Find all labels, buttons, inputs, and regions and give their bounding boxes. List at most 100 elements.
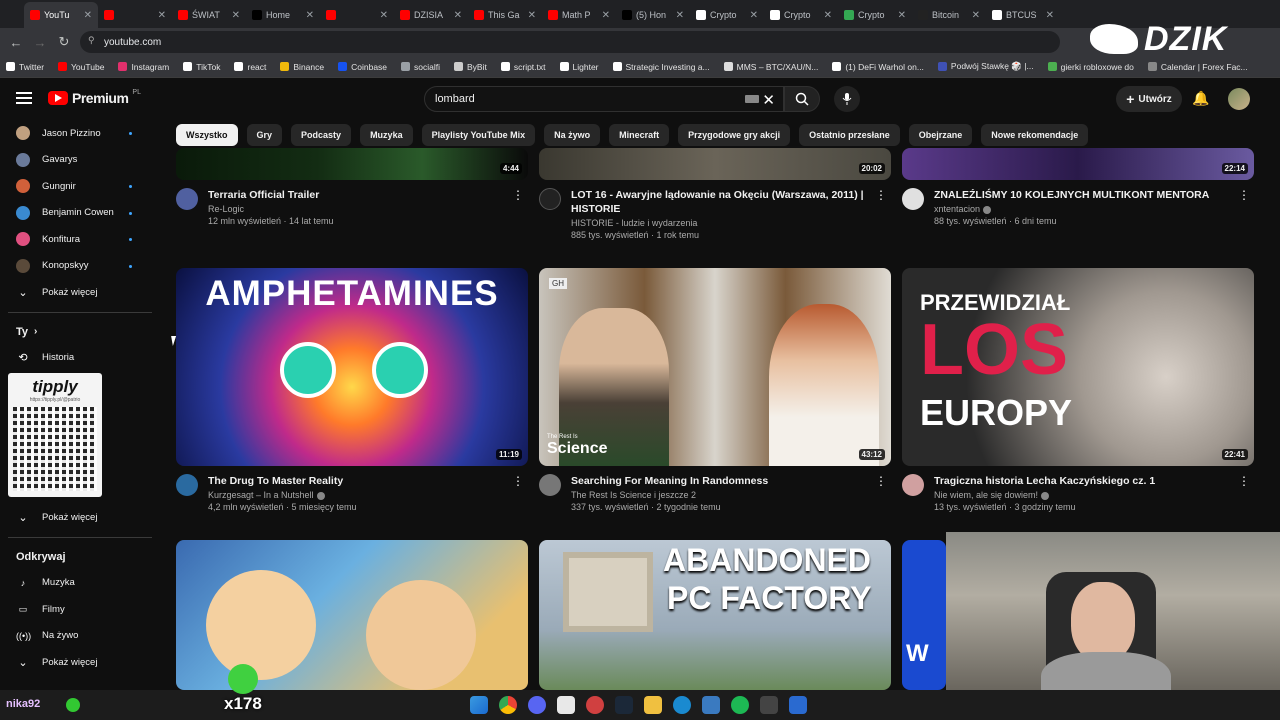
search-input[interactable]: lombard ✕ xyxy=(424,86,784,112)
close-tab-icon[interactable]: ✕ xyxy=(972,10,980,21)
bookmark-item[interactable]: Instagram xyxy=(118,62,169,72)
app-icon[interactable] xyxy=(760,696,778,714)
more-actions-icon[interactable]: ⋮ xyxy=(1238,188,1250,202)
sidebar-item-explore[interactable]: ((•)) Na żywo xyxy=(0,623,160,650)
browser-tab[interactable]: This Ga ✕ xyxy=(468,2,542,28)
show-more-subscriptions[interactable]: ⌄ Pokaż więcej xyxy=(0,279,160,306)
video-title[interactable]: Tragiczna historia Lecha Kaczyńskiego cz… xyxy=(934,474,1254,488)
video-thumbnail[interactable]: 4:44 xyxy=(176,148,528,180)
channel-name[interactable]: Kurzgesagt – In a Nutshell xyxy=(208,490,528,500)
close-tab-icon[interactable]: ✕ xyxy=(676,10,684,21)
bookmark-item[interactable]: Strategic Investing a... xyxy=(612,62,710,72)
close-tab-icon[interactable]: ✕ xyxy=(454,10,462,21)
bookmark-item[interactable]: TikTok xyxy=(183,62,220,72)
close-tab-icon[interactable]: ✕ xyxy=(306,10,314,21)
sidebar-subscription[interactable]: Konopskyy xyxy=(0,253,160,280)
video-card[interactable]: W xyxy=(902,540,946,690)
more-actions-icon[interactable]: ⋮ xyxy=(512,188,524,202)
bookmark-item[interactable]: (1) DeFi Warhol on... xyxy=(832,62,924,72)
video-thumbnail[interactable]: PRZEWIDZIAŁ LOS EUROPY 22:41 xyxy=(902,268,1254,466)
sidebar-subscription[interactable]: Konfitura xyxy=(0,226,160,253)
app-icon[interactable] xyxy=(789,696,807,714)
bookmark-item[interactable]: MMS – BTC/XAU/N... xyxy=(723,62,818,72)
browser-tab[interactable]: Crypto ✕ xyxy=(690,2,764,28)
filter-chip[interactable]: Nowe rekomendacje xyxy=(981,124,1089,146)
bookmark-item[interactable]: react xyxy=(234,62,266,72)
filter-chip[interactable]: Przygodowe gry akcji xyxy=(678,124,791,146)
video-thumbnail[interactable]: 22:14 xyxy=(902,148,1254,180)
voice-search-button[interactable] xyxy=(834,86,860,112)
folder-icon[interactable] xyxy=(644,696,662,714)
filter-chip[interactable]: Wszystko xyxy=(176,124,238,146)
clear-search-icon[interactable]: ✕ xyxy=(762,91,775,109)
sidebar-subscription[interactable]: Jason Pizzino xyxy=(0,120,160,147)
close-tab-icon[interactable]: ✕ xyxy=(232,10,240,21)
show-more-you[interactable]: ⌄ Pokaż więcej xyxy=(0,504,160,531)
account-avatar[interactable] xyxy=(1228,88,1250,110)
video-thumbnail[interactable]: 20:02 xyxy=(539,148,891,180)
channel-avatar[interactable] xyxy=(539,474,561,496)
search-button[interactable] xyxy=(784,86,820,112)
spotify-icon[interactable] xyxy=(731,696,749,714)
browser-tab[interactable]: YouTu ✕ xyxy=(24,2,98,28)
video-card[interactable]: AMPHETAMINES 11:19 The Drug To Master Re… xyxy=(176,268,528,518)
browser-tab[interactable]: DZISIA ✕ xyxy=(394,2,468,28)
channel-name[interactable]: Nie wiem, ale się dowiem! xyxy=(934,490,1254,500)
close-tab-icon[interactable]: ✕ xyxy=(602,10,610,21)
video-thumbnail[interactable]: ABANDONED PC FACTORY xyxy=(539,540,891,690)
close-tab-icon[interactable]: ✕ xyxy=(380,10,388,21)
browser-tab[interactable]: Crypto ✕ xyxy=(764,2,838,28)
browser-tab[interactable]: BTCUS ✕ xyxy=(986,2,1060,28)
browser-tab[interactable]: Crypto ✕ xyxy=(838,2,912,28)
channel-avatar[interactable] xyxy=(902,188,924,210)
video-thumbnail[interactable]: W xyxy=(902,540,946,690)
channel-name[interactable]: Re-Logic xyxy=(208,204,528,214)
filter-chip[interactable]: Minecraft xyxy=(609,124,670,146)
more-actions-icon[interactable]: ⋮ xyxy=(875,188,887,202)
filter-chip[interactable]: Gry xyxy=(246,124,283,146)
browser-tab[interactable]: ŚWIAT ✕ xyxy=(172,2,246,28)
bookmark-item[interactable]: Lighter xyxy=(559,62,599,72)
address-bar[interactable]: ⚲ youtube.com xyxy=(80,31,1060,53)
back-icon[interactable]: ← xyxy=(4,35,28,50)
sidebar-item-explore[interactable]: ♪ Muzyka xyxy=(0,570,160,597)
bookmark-item[interactable]: ByBit xyxy=(454,62,487,72)
windows-start-icon[interactable] xyxy=(470,696,488,714)
youtube-logo[interactable]: Premium PL xyxy=(48,89,141,106)
browser-tab[interactable]: Math P ✕ xyxy=(542,2,616,28)
app-icon[interactable] xyxy=(557,696,575,714)
bookmark-item[interactable]: YouTube xyxy=(58,62,104,72)
filter-chip[interactable]: Muzyka xyxy=(360,124,413,146)
more-actions-icon[interactable]: ⋮ xyxy=(875,474,887,488)
reload-icon[interactable]: ↻ xyxy=(52,34,76,50)
close-tab-icon[interactable]: ✕ xyxy=(898,10,906,21)
close-tab-icon[interactable]: ✕ xyxy=(1046,10,1054,21)
video-title[interactable]: Searching For Meaning In Randomness xyxy=(571,474,891,488)
channel-avatar[interactable] xyxy=(176,474,198,496)
forward-icon[interactable]: → xyxy=(28,35,52,50)
app-icon[interactable] xyxy=(586,696,604,714)
menu-icon[interactable] xyxy=(16,92,32,104)
filter-chip[interactable]: Ostatnio przesłane xyxy=(799,124,900,146)
bookmark-item[interactable]: Twitter xyxy=(6,62,44,72)
video-card[interactable]: GH The Rest Is Science 43:12 Searching F… xyxy=(539,268,891,518)
close-tab-icon[interactable]: ✕ xyxy=(84,10,92,21)
more-actions-icon[interactable]: ⋮ xyxy=(512,474,524,488)
browser-tab[interactable]: ✕ xyxy=(320,2,394,28)
browser-tab[interactable]: (5) Hon ✕ xyxy=(616,2,690,28)
video-thumbnail[interactable] xyxy=(176,540,528,690)
chrome-icon[interactable] xyxy=(499,696,517,714)
steam-icon[interactable] xyxy=(615,696,633,714)
you-section-title[interactable]: Ty › xyxy=(0,319,160,345)
discord-icon[interactable] xyxy=(528,696,546,714)
more-actions-icon[interactable]: ⋮ xyxy=(1238,474,1250,488)
video-thumbnail[interactable]: GH The Rest Is Science 43:12 xyxy=(539,268,891,466)
browser-tab[interactable]: Home ✕ xyxy=(246,2,320,28)
video-card[interactable]: 20:02 LOT 16 - Awaryjne lądowanie na Okę… xyxy=(539,148,891,260)
video-title[interactable]: Terraria Official Trailer xyxy=(208,188,528,202)
site-info-icon[interactable]: ⚲ xyxy=(88,35,95,46)
close-tab-icon[interactable]: ✕ xyxy=(528,10,536,21)
sidebar-item-explore[interactable]: ▭ Filmy xyxy=(0,596,160,623)
video-title[interactable]: ZNALEŹLIŚMY 10 KOLEJNYCH MULTIKONT MENTO… xyxy=(934,188,1254,202)
bookmark-item[interactable]: script.txt xyxy=(500,62,546,72)
